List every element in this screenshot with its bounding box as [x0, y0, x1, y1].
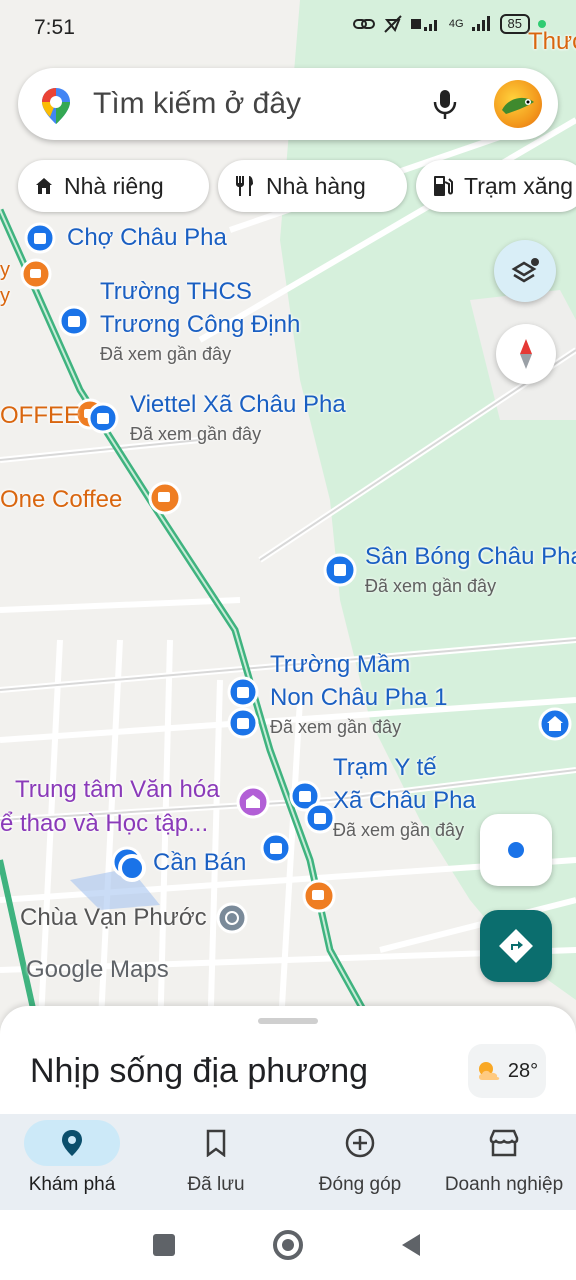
- recently-viewed-label: Đã xem gần đây: [365, 576, 497, 596]
- weather-badge[interactable]: 28°: [468, 1044, 546, 1098]
- explore-pin-icon: [62, 1130, 82, 1156]
- map-label-mam-non-1[interactable]: Trường Mầm: [270, 649, 410, 681]
- tab-explore[interactable]: Khám phá: [0, 1114, 144, 1210]
- map-label-one-coffee[interactable]: One Coffee: [0, 484, 122, 516]
- partly-cloudy-icon: [478, 1062, 500, 1080]
- add-circle-icon: [345, 1128, 375, 1158]
- community-pin-icon[interactable]: [236, 785, 270, 819]
- map-label-edge-y2[interactable]: y: [0, 280, 10, 312]
- home-button[interactable]: [273, 1230, 303, 1260]
- recently-viewed-label: Đã xem gần đây: [100, 344, 232, 364]
- map-label-thcs-2[interactable]: Trương Công Định: [100, 309, 300, 341]
- my-location-icon: [118, 854, 146, 882]
- map-label-mam-non-2[interactable]: Non Châu Pha 1: [270, 682, 447, 714]
- map-label-tram-y-te-1[interactable]: Trạm Y tế: [333, 752, 437, 784]
- shopping-pin-icon[interactable]: [24, 222, 56, 254]
- tab-business[interactable]: Doanh nghiệp: [432, 1114, 576, 1210]
- system-nav-bar: [0, 1210, 576, 1280]
- shopping-pin-icon[interactable]: [58, 305, 90, 337]
- bottom-tab-bar: Khám phá Đã lưu Đóng góp Doanh nghiệp: [0, 1114, 576, 1210]
- tab-label: Doanh nghiệp: [444, 1174, 564, 1195]
- tab-saved[interactable]: Đã lưu: [144, 1114, 288, 1210]
- tab-contribute-indicator: [312, 1120, 408, 1166]
- tab-saved-indicator: [168, 1120, 264, 1166]
- cafe-pin-icon[interactable]: [148, 481, 182, 515]
- back-icon[interactable]: [400, 1232, 422, 1258]
- shopping-pin-icon[interactable]: [87, 402, 119, 434]
- bookmark-icon: [206, 1129, 226, 1157]
- tab-business-indicator: [456, 1120, 552, 1166]
- map-label-van-hoa-1[interactable]: Trung tâm Văn hóa: [15, 774, 220, 806]
- shopping-pin-icon[interactable]: [323, 553, 357, 587]
- tab-label: Đóng góp: [318, 1174, 402, 1195]
- shopping-pin-icon[interactable]: [260, 832, 292, 864]
- cafe-pin-icon[interactable]: [20, 258, 52, 290]
- map-label-can-ban[interactable]: Cần Bán: [153, 847, 246, 879]
- bottom-sheet[interactable]: Nhịp sống địa phương 28°: [0, 1006, 576, 1116]
- map-label-san-bong[interactable]: Sân Bóng Châu Pha: [365, 541, 576, 573]
- map-label-van-hoa-2[interactable]: ể thao và Học tập...: [0, 808, 208, 840]
- tab-label: Khám phá: [28, 1174, 116, 1195]
- map-label-viettel[interactable]: Viettel Xã Châu Pha: [130, 389, 346, 421]
- map-label-chua[interactable]: Chùa Vạn Phước: [20, 902, 207, 934]
- recently-viewed-label: Đã xem gần đây: [270, 717, 402, 737]
- sheet-title: Nhịp sống địa phương: [30, 1052, 369, 1090]
- temple-pin-icon[interactable]: [216, 902, 248, 934]
- map-label-tram-y-te-2[interactable]: Xã Châu Pha: [333, 785, 476, 817]
- tab-explore-indicator: [24, 1120, 120, 1166]
- shopping-pin-icon[interactable]: [227, 676, 259, 708]
- home-pin-icon[interactable]: [538, 707, 572, 741]
- tab-contribute[interactable]: Đóng góp: [288, 1114, 432, 1210]
- storefront-icon: [489, 1129, 519, 1157]
- map-label-thcs-1[interactable]: Trường THCS: [100, 276, 252, 308]
- temperature: 28°: [507, 1059, 539, 1082]
- recents-button[interactable]: [153, 1234, 175, 1256]
- cafe-pin-icon[interactable]: [302, 879, 336, 913]
- shopping-pin-icon[interactable]: [304, 802, 336, 834]
- map-pins: [20, 222, 572, 934]
- recently-viewed-label: Đã xem gần đây: [130, 424, 262, 444]
- google-maps-watermark: Google Maps: [26, 956, 169, 983]
- tab-label: Đã lưu: [187, 1174, 245, 1195]
- home-button-dot: [282, 1239, 294, 1251]
- shopping-pin-icon[interactable]: [227, 707, 259, 739]
- map-label-coffee-left[interactable]: OFFEE: [0, 400, 80, 432]
- recently-viewed-label: Đã xem gần đây: [333, 820, 465, 840]
- map-label-cho-chau-pha[interactable]: Chợ Châu Pha: [67, 222, 227, 254]
- sheet-drag-handle[interactable]: [258, 1018, 318, 1024]
